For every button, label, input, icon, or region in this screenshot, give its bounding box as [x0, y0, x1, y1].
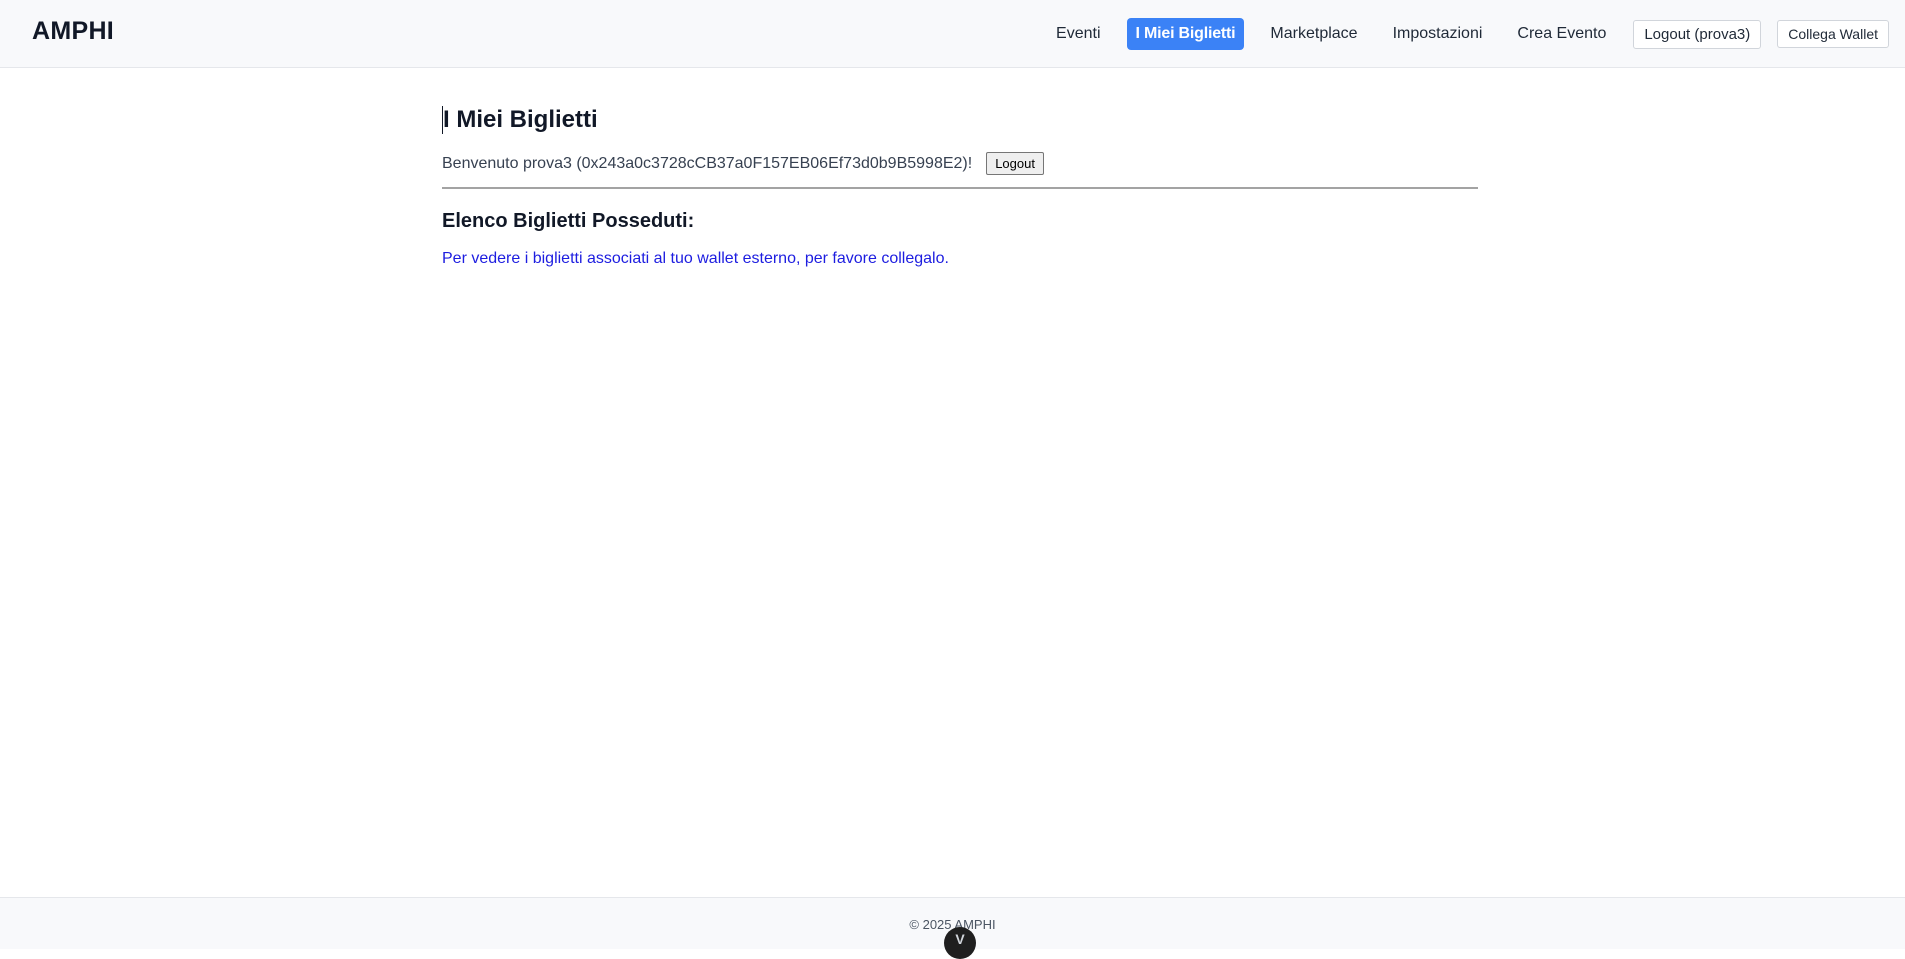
nav-link-miei-biglietti[interactable]: I Miei Biglietti: [1126, 18, 1245, 50]
vue-devtools-icon[interactable]: V: [944, 927, 976, 959]
welcome-row: Benvenuto prova3 (0x243a0c3728cCB37a0F15…: [442, 152, 1478, 175]
logout-button[interactable]: Logout: [986, 152, 1044, 175]
divider: [442, 187, 1478, 189]
connect-wallet-button[interactable]: Collega Wallet: [1777, 20, 1889, 48]
welcome-text: Benvenuto prova3 (0x243a0c3728cCB37a0F15…: [442, 154, 973, 172]
nav-link-eventi[interactable]: Eventi: [1047, 18, 1109, 50]
nav-link-impostazioni[interactable]: Impostazioni: [1384, 18, 1492, 50]
top-navbar: AMPHI Eventi I Miei Biglietti Marketplac…: [0, 0, 1905, 68]
brand-logo[interactable]: AMPHI: [32, 17, 114, 46]
nav-logout-button[interactable]: Logout (prova3): [1633, 19, 1762, 49]
nav-links: Eventi I Miei Biglietti Marketplace Impo…: [1030, 17, 1889, 51]
nav-link-marketplace[interactable]: Marketplace: [1261, 18, 1366, 50]
page-title: I Miei Biglietti: [442, 106, 1478, 134]
main-content: I Miei Biglietti Benvenuto prova3 (0x243…: [442, 68, 1478, 268]
nav-link-crea-evento[interactable]: Crea Evento: [1508, 18, 1615, 50]
wallet-info-message: Per vedere i biglietti associati al tuo …: [442, 250, 949, 267]
section-title: Elenco Biglietti Posseduti:: [442, 210, 695, 232]
